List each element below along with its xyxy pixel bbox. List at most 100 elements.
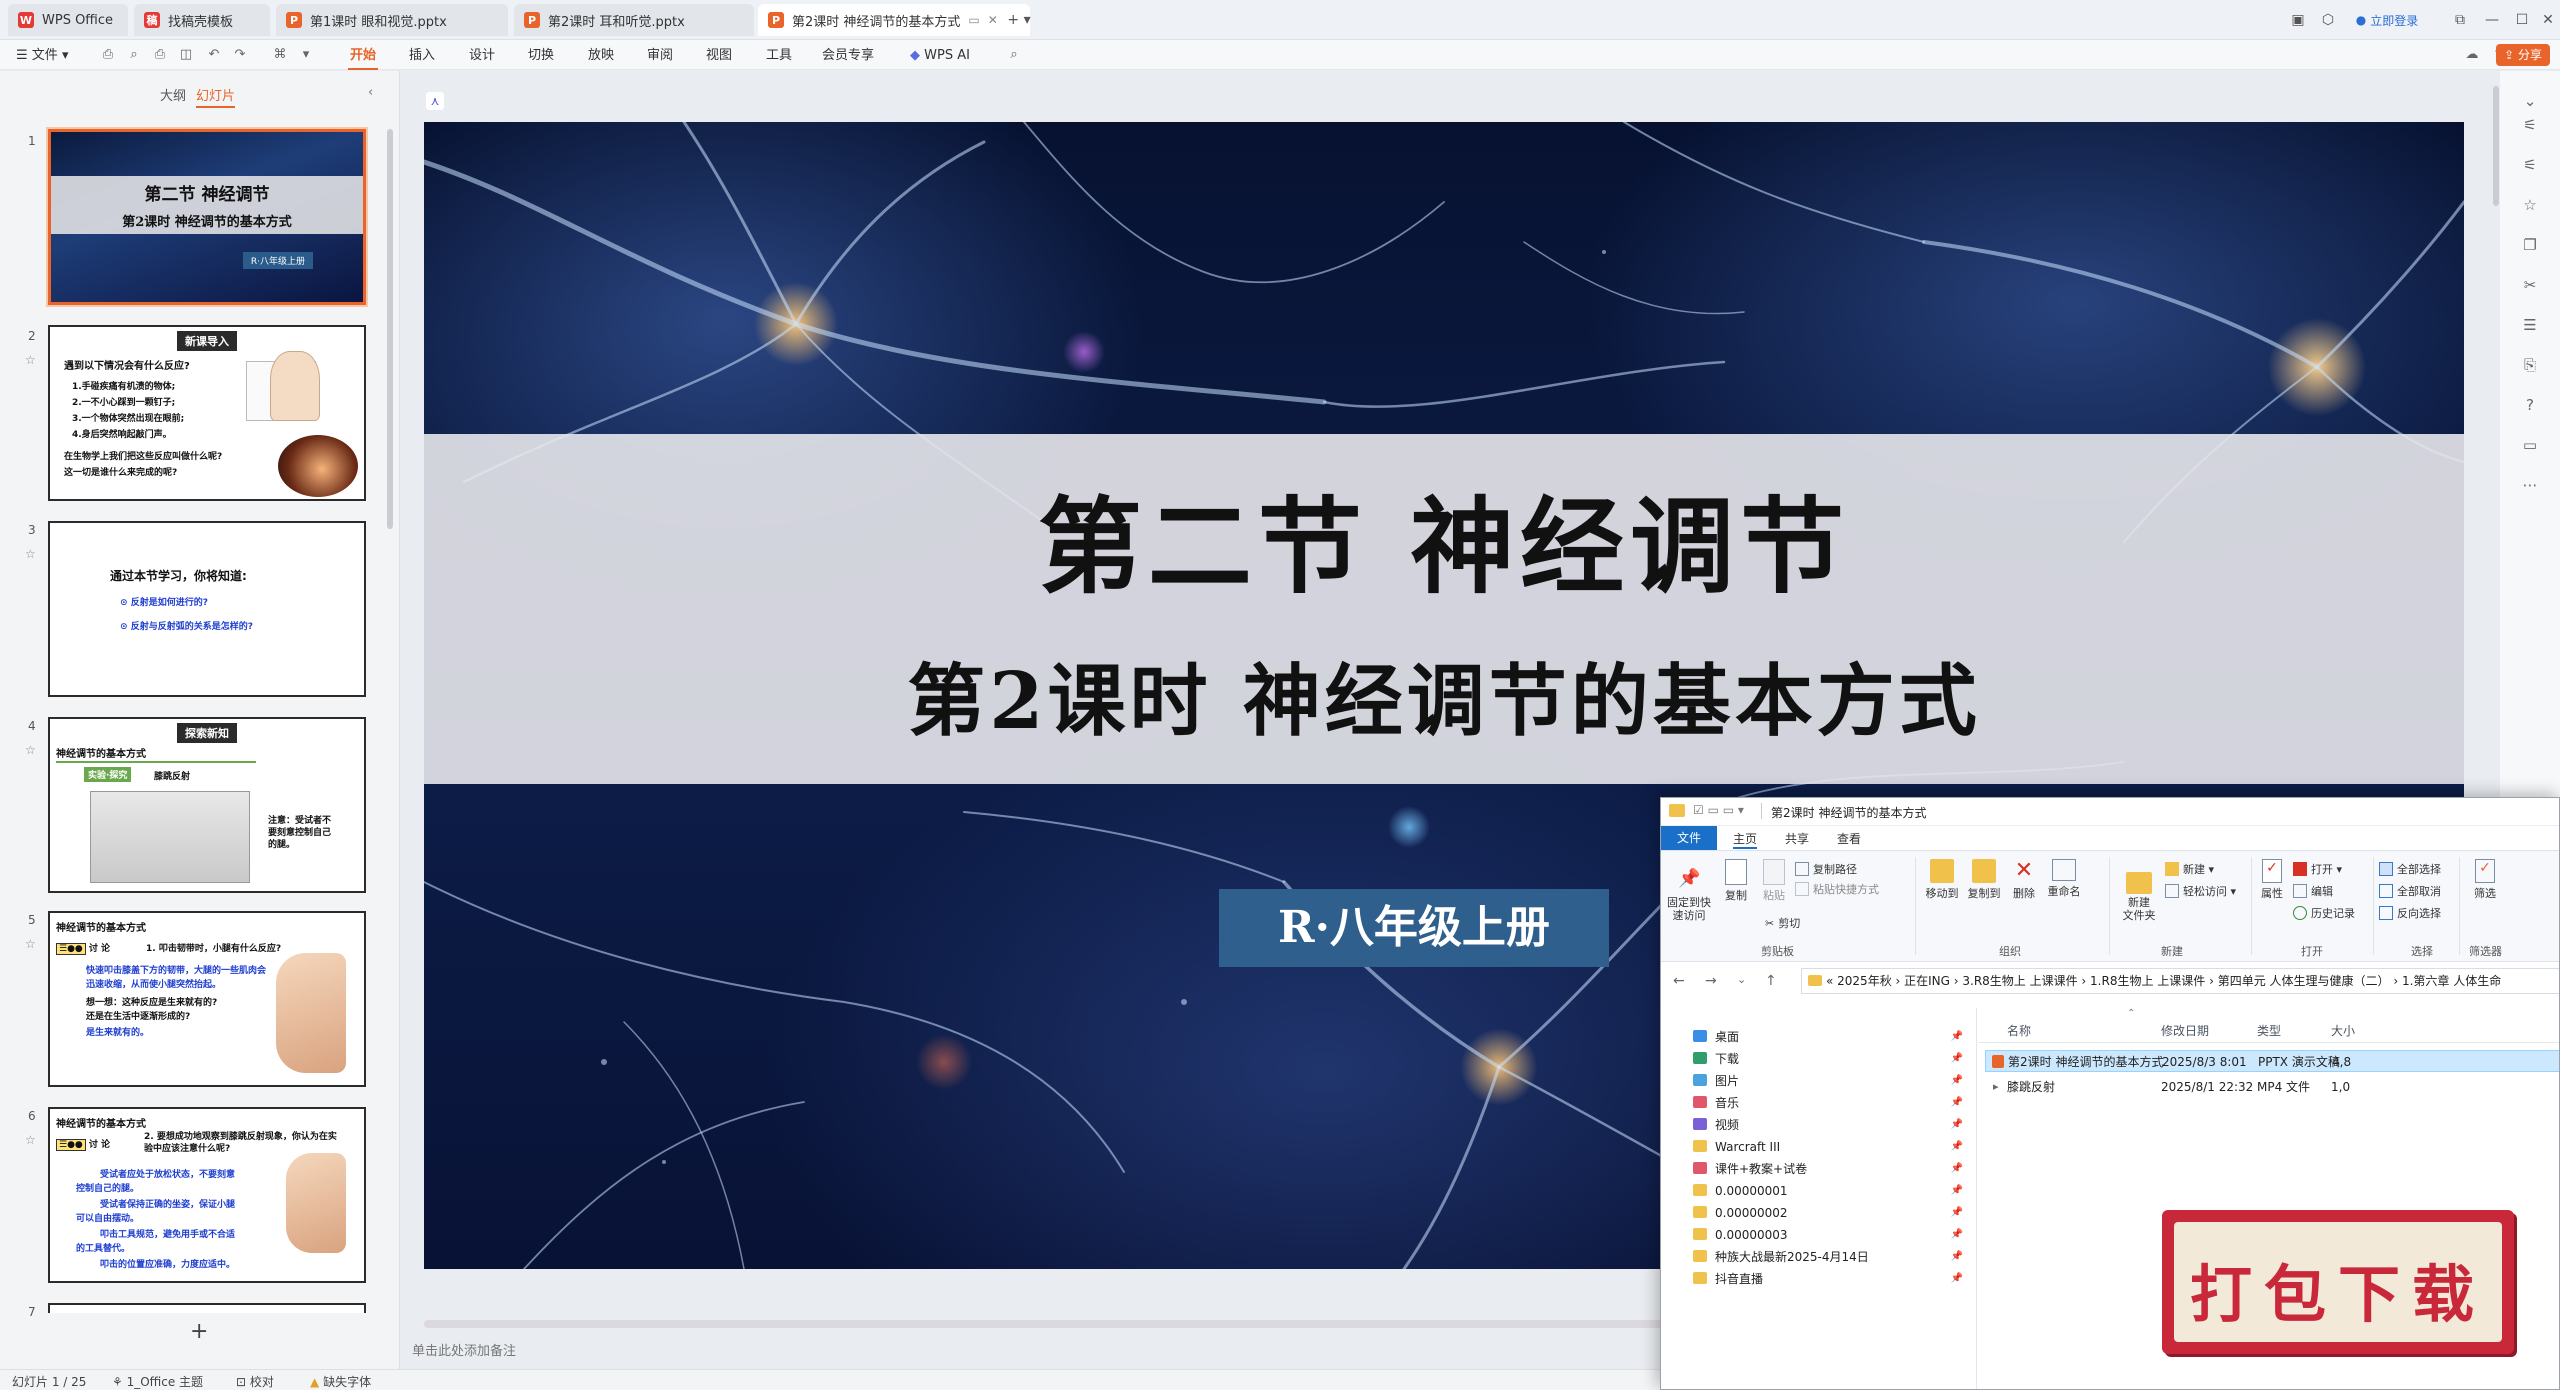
move-to-button[interactable]: 移动到: [1923, 859, 1961, 901]
slide-thumb-4[interactable]: 探索新知 神经调节的基本方式 实验·探究 膝跳反射 注意：受试者不要刻意控制自己…: [48, 717, 366, 893]
close-icon[interactable]: ✕: [988, 13, 998, 27]
smart-assist-icon[interactable]: ⋏: [426, 92, 444, 110]
nav-item[interactable]: 音乐 📌: [1693, 1092, 1973, 1114]
star-icon[interactable]: ☆: [25, 1133, 36, 1147]
panel-scrollbar[interactable]: [387, 129, 393, 529]
edit-button[interactable]: 编辑: [2293, 883, 2333, 899]
window-layout-icon[interactable]: ▣: [2288, 8, 2308, 32]
pin-icon[interactable]: 📌: [1951, 1070, 1963, 1092]
nav-item[interactable]: 视频 📌: [1693, 1114, 1973, 1136]
column-date[interactable]: 修改日期: [2161, 1022, 2209, 1039]
pin-quick-access-button[interactable]: 📌 固定到快 速访问: [1665, 859, 1713, 923]
more-options-icon[interactable]: ⌄: [2520, 91, 2540, 111]
new-folder-button[interactable]: 新建 文件夹: [2117, 859, 2161, 922]
invert-selection-button[interactable]: 反向选择: [2379, 905, 2441, 921]
nav-item[interactable]: 0.00000003 📌: [1693, 1224, 1973, 1246]
redo-icon[interactable]: ↷: [232, 47, 248, 63]
tab-share[interactable]: 共享: [1785, 830, 1809, 847]
maximize-icon[interactable]: ☐: [2514, 8, 2530, 32]
login-link[interactable]: ● 立即登录: [2352, 8, 2422, 32]
file-row[interactable]: ▸ 膝跳反射 2025/8/1 22:32 MP4 文件 1,0: [1985, 1076, 2559, 1098]
pin-icon[interactable]: 📌: [1951, 1048, 1963, 1070]
menu-member[interactable]: 会员专享: [822, 46, 874, 66]
slide-thumb-6[interactable]: 神经调节的基本方式 ☰●● 讨 论 2. 要想成功地观察到膝跳反射现象，你认为在…: [48, 1107, 366, 1283]
slide-thumb-7[interactable]: [48, 1303, 366, 1313]
up-icon[interactable]: ↑: [1765, 973, 1777, 989]
comment-icon[interactable]: ▭: [2520, 435, 2540, 455]
nav-item[interactable]: 0.00000002 📌: [1693, 1202, 1973, 1224]
restore-icon[interactable]: ⧉: [2452, 8, 2468, 32]
slide-thumb-1[interactable]: 第二节 神经调节 第2课时 神经调节的基本方式 R·八年级上册: [46, 127, 368, 307]
menu-insert[interactable]: 插入: [409, 46, 435, 66]
window-close-icon[interactable]: ✕: [2540, 8, 2556, 32]
open-icon[interactable]: ⌕: [126, 47, 142, 63]
file-menu[interactable]: ☰ 文件 ▾: [16, 46, 68, 66]
rename-button[interactable]: 重命名: [2045, 859, 2083, 899]
slide-thumb-5[interactable]: 神经调节的基本方式 ☰●● 讨 论 1. 叩击韧带时，小腿有什么反应? 快速叩击…: [48, 911, 366, 1087]
pin-icon[interactable]: 📌: [1951, 1180, 1963, 1202]
nav-item[interactable]: 图片 📌: [1693, 1070, 1973, 1092]
theme-indicator[interactable]: ⚘ 1_Office 主题: [112, 1373, 203, 1390]
nav-item[interactable]: 下载 📌: [1693, 1048, 1973, 1070]
paste-button[interactable]: 粘贴: [1757, 859, 1791, 903]
copy-to-button[interactable]: 复制到: [1965, 859, 2003, 901]
slide-subtitle[interactable]: 第2课时 神经调节的基本方式: [424, 639, 2464, 751]
share-button[interactable]: ⇪ 分享: [2496, 44, 2550, 66]
copy-button[interactable]: 复制: [1719, 859, 1753, 903]
forward-icon[interactable]: →: [1705, 973, 1717, 989]
recent-icon[interactable]: ⌄: [1737, 973, 1746, 986]
menu-review[interactable]: 审阅: [647, 46, 673, 66]
slide-thumb-3[interactable]: 通过本节学习，你将知道: ⊙ 反射是如何进行的? ⊙ 反射与反射弧的关系是怎样的…: [48, 521, 366, 697]
column-size[interactable]: 大小: [2331, 1022, 2355, 1039]
back-icon[interactable]: ←: [1673, 973, 1685, 989]
bookmark-icon[interactable]: ⎘: [2520, 355, 2540, 375]
collapse-panel-icon[interactable]: ‹: [368, 85, 373, 100]
tab-file[interactable]: 文件: [1661, 826, 1717, 850]
star-icon[interactable]: ☆: [25, 353, 36, 367]
address-bar[interactable]: « 2025年秋 › 正在ING › 3.R8生物上 上课课件 › 1.R8生物…: [1801, 968, 2559, 994]
tab-template[interactable]: 稿 找稿壳模板: [134, 4, 270, 36]
new-item-button[interactable]: 新建 ▾: [2165, 861, 2214, 877]
cloud-icon[interactable]: ☁: [2464, 47, 2480, 63]
delete-button[interactable]: ✕ 删除: [2009, 859, 2039, 901]
pin-icon[interactable]: 📌: [1951, 1268, 1963, 1290]
star-icon[interactable]: ☆: [25, 743, 36, 757]
copy-icon[interactable]: ❐: [2520, 235, 2540, 255]
tab-slides[interactable]: 幻灯片: [196, 85, 236, 108]
open-button[interactable]: 打开 ▾: [2293, 861, 2342, 877]
menu-slideshow[interactable]: 放映: [588, 46, 614, 66]
paste-shortcut-button[interactable]: 粘贴快捷方式: [1795, 881, 1879, 897]
nav-item[interactable]: 课件+教案+试卷 📌: [1693, 1158, 1973, 1180]
pin-icon[interactable]: 📌: [1951, 1224, 1963, 1246]
menu-wps-ai[interactable]: ◆ WPS AI: [910, 46, 970, 66]
nav-item[interactable]: 0.00000001 📌: [1693, 1180, 1973, 1202]
preview-icon[interactable]: ◫: [178, 47, 194, 63]
proof-button[interactable]: ⊡ 校对: [236, 1373, 274, 1390]
star-icon[interactable]: ☆: [2520, 195, 2540, 215]
ellipsis-icon[interactable]: ⋯: [2520, 475, 2540, 495]
nav-item[interactable]: 种族大战最新2025-4月14日 📌: [1693, 1246, 1973, 1268]
column-type[interactable]: 类型: [2257, 1022, 2281, 1039]
canvas-scrollbar[interactable]: [2493, 86, 2499, 206]
menu-home[interactable]: 开始: [347, 46, 379, 70]
menu-design[interactable]: 设计: [469, 46, 495, 66]
select-none-button[interactable]: 全部取消: [2379, 883, 2441, 899]
format-painter-icon[interactable]: ⌘: [272, 47, 288, 63]
slide-title[interactable]: 第二节 神经调节: [424, 462, 2464, 613]
column-name[interactable]: 名称: [2007, 1022, 2031, 1039]
nav-item[interactable]: Warcraft III 📌: [1693, 1136, 1973, 1158]
tab-view[interactable]: 查看: [1837, 830, 1861, 847]
menu-transition[interactable]: 切换: [528, 46, 554, 66]
help-icon[interactable]: ?: [2520, 395, 2540, 415]
star-icon[interactable]: ☆: [25, 547, 36, 561]
file-row[interactable]: 第2课时 神经调节的基本方式 2025/8/3 8:01 PPTX 演示文稿 4…: [1985, 1050, 2559, 1072]
tab-wps-office[interactable]: W WPS Office: [8, 4, 128, 36]
properties-button[interactable]: ✓ 属性: [2257, 859, 2287, 901]
tab-pptx-2[interactable]: P 第2课时 耳和听觉.pptx: [514, 4, 754, 36]
layers-icon[interactable]: ☰: [2520, 315, 2540, 335]
minimize-icon[interactable]: —: [2484, 8, 2500, 32]
nav-item[interactable]: 抖音直播 📌: [1693, 1268, 1973, 1290]
tab-home[interactable]: 主页: [1733, 830, 1758, 849]
tab-pptx-1[interactable]: P 第1课时 眼和视觉.pptx: [276, 4, 508, 36]
slide-thumb-2[interactable]: 新课导入 遇到以下情况会有什么反应? 1.手碰疾痛有机渍的物体; 2.一不小心踩…: [48, 325, 366, 501]
